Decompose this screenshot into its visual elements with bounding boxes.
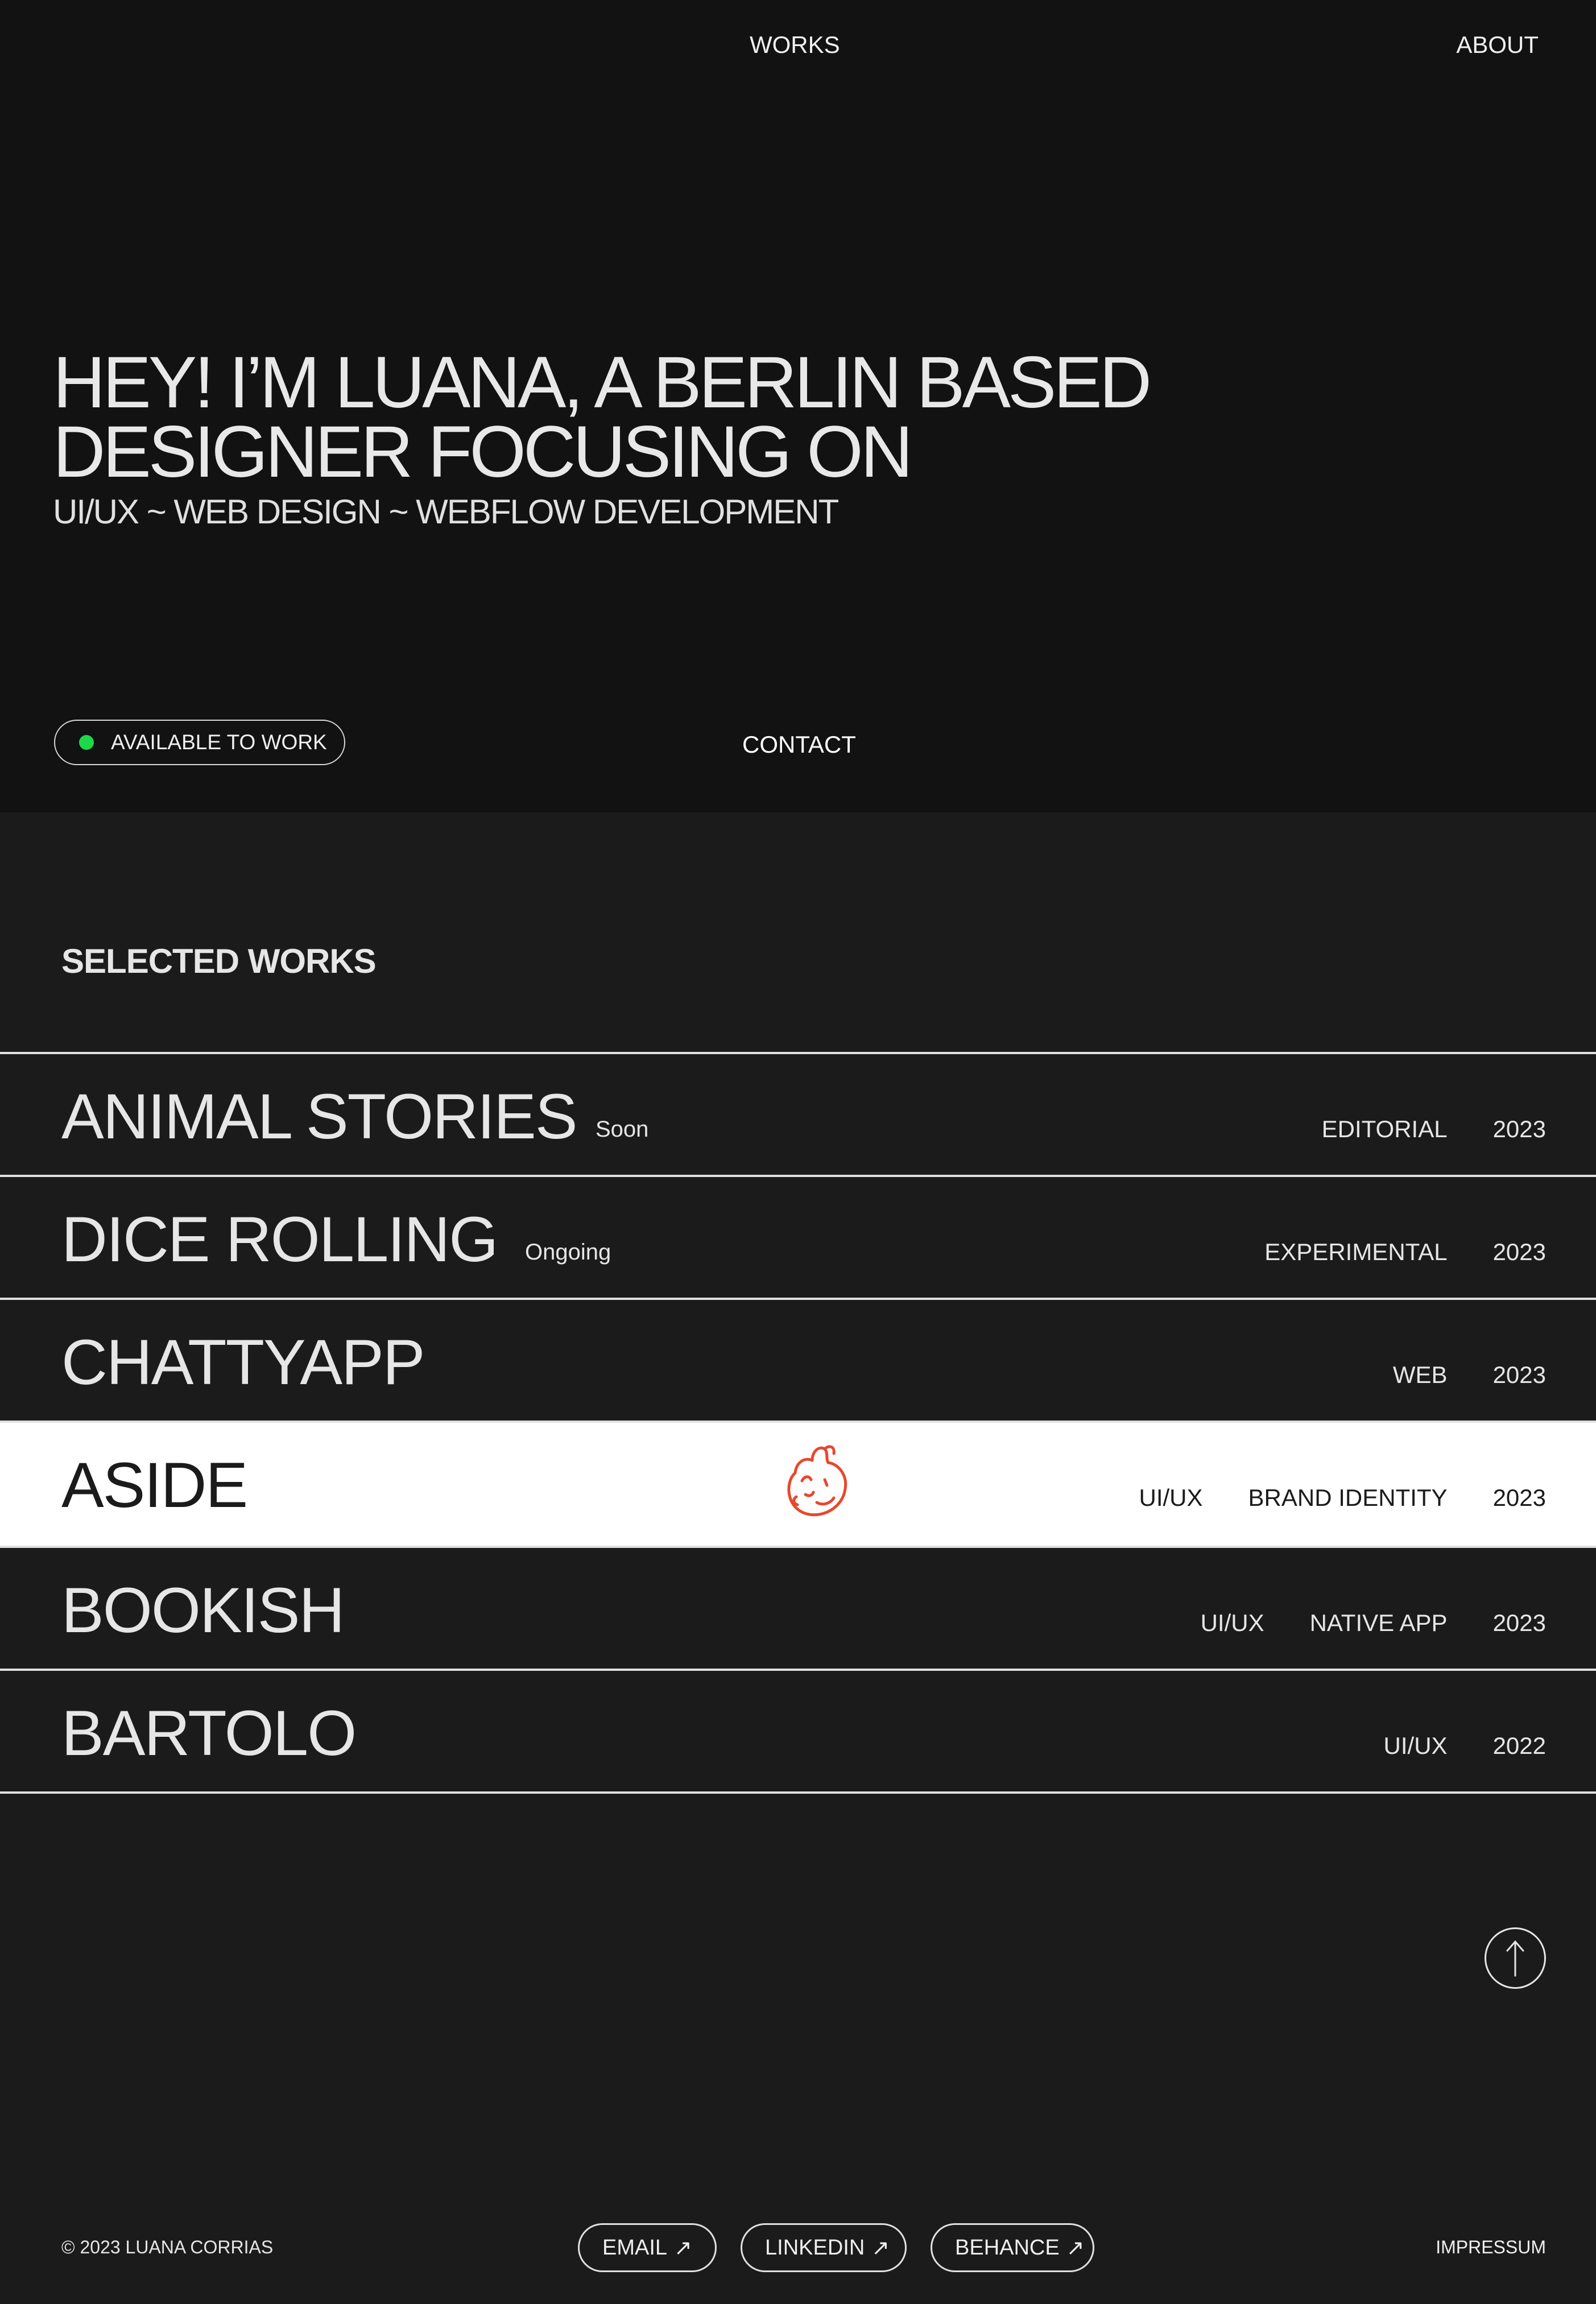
arrow-up-icon [1506, 1940, 1524, 1977]
linkedin-label: LINKEDIN [765, 2235, 865, 2260]
work-row-aside[interactable]: ASIDE UI/UX BRAND IDENTITY 2023 [0, 1423, 1596, 1548]
work-tags: UI/UX BRAND IDENTITY 2023 [1139, 1484, 1546, 1512]
work-year: 2023 [1492, 1484, 1546, 1511]
social-links: EMAIL ↗ LINKEDIN ↗ BEHANCE ↗ [578, 2223, 1094, 2272]
hero-title-line-2: DESIGNER FOCUSING ON [53, 411, 913, 493]
contact-link[interactable]: CONTACT [742, 730, 856, 759]
work-tag: UI/UX [1383, 1732, 1448, 1759]
work-name: CHATTYAPP [61, 1327, 425, 1398]
work-tag: UI/UX [1139, 1484, 1203, 1511]
impressum-link[interactable]: IMPRESSUM [1436, 2236, 1546, 2258]
work-name: BOOKISH [61, 1575, 345, 1646]
hero-title: HEY! I’M LUANA, A BERLIN BASED DESIGNER … [53, 346, 1152, 489]
work-year: 2023 [1492, 1238, 1546, 1265]
linkedin-link[interactable]: LINKEDIN ↗ [741, 2223, 907, 2272]
work-tag: EDITORIAL [1321, 1116, 1448, 1142]
copyright-text: © 2023 LUANA CORRIAS [61, 2237, 274, 2257]
section-title: SELECTED WORKS [61, 942, 377, 980]
work-tags: WEB 2023 [1393, 1361, 1546, 1389]
work-year: 2023 [1492, 1116, 1546, 1142]
work-name: BARTOLO [61, 1698, 357, 1769]
work-tag: BRAND IDENTITY [1248, 1484, 1448, 1511]
work-row-chattyapp[interactable]: CHATTYAPP WEB 2023 [0, 1300, 1596, 1423]
work-year: 2022 [1492, 1732, 1546, 1759]
work-tag: WEB [1392, 1361, 1448, 1388]
available-badge: AVAILABLE TO WORK [54, 720, 345, 765]
work-row-bartolo[interactable]: BARTOLO UI/UX 2022 [0, 1671, 1596, 1794]
work-tag: UI/UX [1200, 1609, 1264, 1636]
work-tags: UI/UX 2022 [1384, 1732, 1546, 1760]
work-row-bookish[interactable]: BOOKISH UI/UX NATIVE APP 2023 [0, 1548, 1596, 1671]
smiling-face-doodle-icon [787, 1445, 847, 1517]
work-tag: EXPERIMENTAL [1264, 1238, 1448, 1265]
behance-label: BEHANCE [955, 2235, 1060, 2260]
arrow-up-right-icon: ↗ [674, 2236, 692, 2260]
status-dot-icon [79, 735, 94, 750]
behance-link[interactable]: BEHANCE ↗ [931, 2223, 1094, 2272]
work-status: Soon [596, 1117, 649, 1142]
nav-about-link[interactable]: ABOUT [1456, 31, 1539, 59]
email-link[interactable]: EMAIL ↗ [578, 2223, 717, 2272]
work-tags: UI/UX NATIVE APP 2023 [1201, 1609, 1546, 1637]
work-status: Ongoing [525, 1240, 611, 1265]
arrow-up-right-icon: ↗ [1066, 2236, 1085, 2260]
work-tags: EXPERIMENTAL 2023 [1264, 1238, 1546, 1266]
available-label: AVAILABLE TO WORK [111, 730, 327, 754]
work-name: DICE ROLLING [61, 1204, 498, 1275]
work-tag: NATIVE APP [1309, 1609, 1448, 1636]
work-name: ANIMAL STORIES [61, 1081, 578, 1152]
hero-subtitle: UI/UX ~ WEB DESIGN ~ WEBFLOW DEVELOPMENT [53, 493, 839, 531]
work-name: ASIDE [61, 1450, 248, 1521]
work-year: 2023 [1492, 1361, 1546, 1388]
scroll-to-top-button[interactable] [1485, 1927, 1546, 1989]
nav-works-link[interactable]: WORKS [750, 31, 840, 59]
work-row-animal-stories[interactable]: ANIMAL STORIES Soon EDITORIAL 2023 [0, 1054, 1596, 1177]
email-label: EMAIL [602, 2235, 668, 2260]
arrow-up-right-icon: ↗ [871, 2236, 890, 2260]
work-row-dice-rolling[interactable]: DICE ROLLING Ongoing EXPERIMENTAL 2023 [0, 1177, 1596, 1300]
work-tags: EDITORIAL 2023 [1322, 1116, 1546, 1143]
work-year: 2023 [1492, 1609, 1546, 1636]
works-list: ANIMAL STORIES Soon EDITORIAL 2023 DICE … [0, 1052, 1596, 1794]
hero-section: WORKS ABOUT HEY! I’M LUANA, A BERLIN BAS… [0, 0, 1596, 812]
